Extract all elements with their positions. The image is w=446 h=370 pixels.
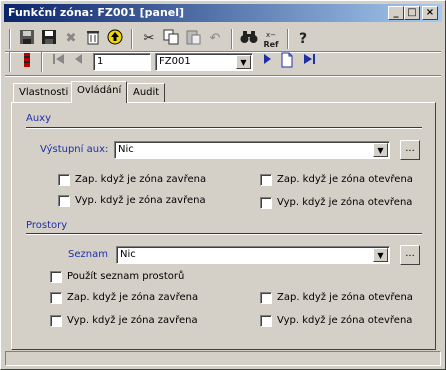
- record-select-value: FZ001: [159, 56, 191, 67]
- toolbar-navigation: 1 FZ001 ▼: [9, 52, 439, 74]
- tab-panel: Auxy Výstupní aux: Nic ▼ ... Zap. když j…: [11, 102, 436, 350]
- area-off-open-checkbox[interactable]: [260, 315, 272, 327]
- area-on-open-label: Zap. když je zóna otevřena: [277, 292, 413, 303]
- aux-on-open-label: Zap. když je zóna otevřena: [277, 174, 413, 185]
- record-number-value: 1: [97, 56, 104, 67]
- aux-off-open-checkbox[interactable]: [260, 197, 272, 209]
- first-record-icon[interactable]: [49, 52, 69, 72]
- close-button[interactable]: ×: [422, 6, 438, 20]
- floppy-close-icon[interactable]: [39, 29, 59, 49]
- use-area-list-checkbox[interactable]: [50, 271, 62, 283]
- window-frame: Funkční zóna: FZ001 [panel] _ □ × ✖ ✂ ↶: [0, 0, 446, 370]
- tab-audit[interactable]: Audit: [127, 83, 166, 102]
- area-off-open-label: Vyp. když je zóna otevřena: [277, 315, 413, 326]
- paste-icon[interactable]: [183, 29, 203, 49]
- use-area-list-label: Použít seznam prostorů: [67, 271, 185, 282]
- question-icon[interactable]: ?: [293, 29, 313, 49]
- previous-record-icon[interactable]: [69, 52, 89, 72]
- toolbar-divider: [5, 75, 441, 77]
- record-marker-icon: [17, 52, 37, 72]
- aux-off-closed-label: Vyp. když je zóna zavřena: [75, 195, 206, 206]
- record-number-field[interactable]: 1: [93, 53, 151, 71]
- area-on-closed-checkbox[interactable]: [50, 292, 62, 304]
- tab-ovladani[interactable]: Ovládání: [71, 81, 128, 103]
- record-select[interactable]: FZ001 ▼: [155, 53, 253, 71]
- floppy-icon[interactable]: [17, 29, 37, 49]
- toolbar-separator: [131, 29, 133, 49]
- aux-off-closed-checkbox[interactable]: [58, 195, 70, 207]
- tab-label: Audit: [133, 87, 160, 98]
- tab-label: Vlastnosti: [19, 87, 69, 98]
- ref-marks: x−: [265, 31, 276, 39]
- area-off-closed-checkbox[interactable]: [50, 315, 62, 327]
- toolbar-separator: [287, 29, 289, 49]
- maximize-button[interactable]: □: [404, 6, 420, 20]
- section-divider: [26, 233, 422, 235]
- toolbar-separator: [231, 29, 233, 49]
- status-bar: [5, 351, 441, 366]
- section-title-prostory: Prostory: [26, 220, 68, 231]
- title-bar[interactable]: Funkční zóna: FZ001 [panel] _ □ ×: [4, 4, 442, 22]
- next-record-icon[interactable]: [257, 52, 277, 72]
- tab-vlastnosti[interactable]: Vlastnosti: [13, 83, 75, 102]
- new-record-icon[interactable]: [277, 52, 297, 72]
- ref-icon[interactable]: x− Ref: [261, 29, 281, 49]
- last-record-icon[interactable]: [299, 52, 319, 72]
- output-aux-browse-button[interactable]: ...: [400, 140, 420, 160]
- toolbar-grip: [9, 52, 11, 72]
- binoculars-icon[interactable]: [239, 29, 259, 49]
- area-list-value: Nic: [120, 249, 136, 260]
- area-list-label: Seznam: [68, 249, 108, 260]
- toolbar-main: ✖ ✂ ↶ x− Ref ?: [9, 29, 439, 51]
- output-aux-select[interactable]: Nic ▼: [114, 141, 390, 159]
- aux-off-open-label: Vyp. když je zóna otevřena: [277, 197, 413, 208]
- delete-x-icon[interactable]: ✖: [61, 29, 81, 49]
- section-title-auxy: Auxy: [26, 113, 52, 124]
- output-aux-value: Nic: [118, 144, 134, 155]
- output-aux-label: Výstupní aux:: [40, 144, 109, 155]
- copy-icon[interactable]: [161, 29, 181, 49]
- tab-label: Ovládání: [77, 85, 122, 96]
- aux-on-closed-checkbox[interactable]: [58, 174, 70, 186]
- toolbar-separator: [41, 52, 43, 72]
- chevron-down-icon[interactable]: ▼: [373, 143, 388, 157]
- window-title: Funkční zóna: FZ001 [panel]: [8, 6, 185, 19]
- area-list-select[interactable]: Nic ▼: [116, 246, 390, 264]
- undo-icon[interactable]: ↶: [205, 29, 225, 49]
- area-on-open-checkbox[interactable]: [260, 292, 272, 304]
- aux-on-open-checkbox[interactable]: [260, 174, 272, 186]
- chevron-down-icon[interactable]: ▼: [236, 55, 251, 69]
- toolbar-grip: [9, 29, 11, 49]
- chevron-down-icon[interactable]: ▼: [373, 248, 388, 262]
- scissors-icon[interactable]: ✂: [139, 29, 159, 49]
- ref-text: Ref: [263, 40, 279, 49]
- section-divider: [26, 127, 422, 129]
- area-list-browse-button[interactable]: ...: [400, 245, 420, 265]
- aux-on-closed-label: Zap. když je zóna zavřena: [75, 174, 207, 185]
- minimize-button[interactable]: _: [388, 6, 404, 20]
- area-on-closed-label: Zap. když je zóna zavřena: [67, 292, 199, 303]
- trash-icon[interactable]: [83, 29, 103, 49]
- arrow-up-circle-icon[interactable]: [105, 29, 125, 49]
- area-off-closed-label: Vyp. když je zóna zavřena: [67, 315, 198, 326]
